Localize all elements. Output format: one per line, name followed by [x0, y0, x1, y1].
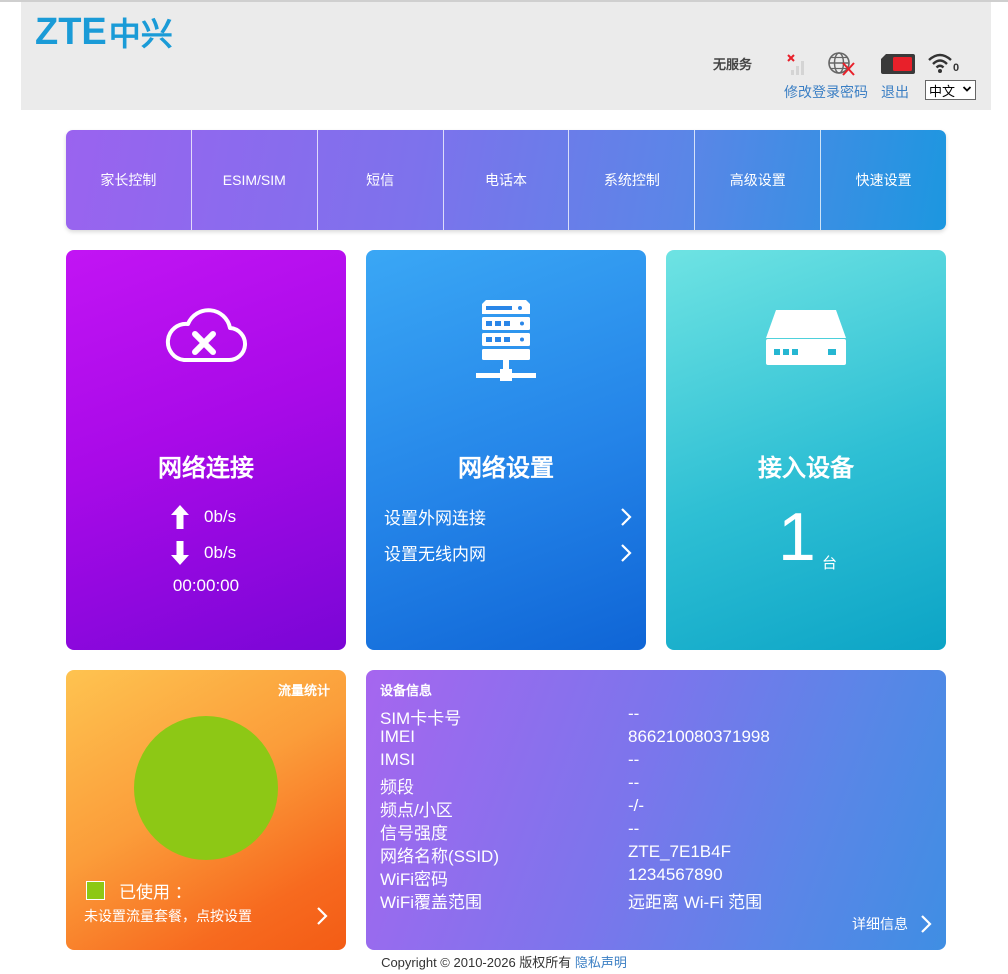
- info-key: 频点/小区: [380, 801, 453, 820]
- chevron-right-icon: [921, 915, 932, 933]
- upload-rate: 0b/s: [170, 504, 236, 530]
- traffic-stats-card[interactable]: 流量统计 已使用 ： 未设置流量套餐，点按设置: [66, 670, 346, 950]
- used-color-swatch: [86, 881, 105, 900]
- nav-phonebook[interactable]: 电话本: [444, 130, 570, 230]
- logo-chinese: 中兴: [108, 15, 173, 53]
- info-key: SIM卡卡号: [380, 709, 462, 728]
- details-label: 详细信息: [852, 916, 908, 932]
- cloud-disconnected-icon: [165, 308, 247, 363]
- traffic-title: 流量统计: [277, 683, 330, 698]
- info-row-cell: 频点/小区 -/-: [380, 796, 920, 820]
- info-row-signal: 信号强度 --: [380, 819, 920, 843]
- arrow-down-icon: [171, 541, 189, 565]
- nav-advanced-settings[interactable]: 高级设置: [695, 130, 822, 230]
- logout-link[interactable]: 退出: [881, 82, 909, 102]
- footer: Copyright © 2010-2026 版权所有 隐私声明: [0, 952, 1008, 971]
- download-rate: 0b/s: [170, 540, 236, 566]
- privacy-link[interactable]: 隐私声明: [575, 955, 627, 970]
- header-bar: ZTE 中兴 无服务 0 修改登录密码 退出 中文: [21, 2, 991, 110]
- device-info-title: 设备信息: [380, 683, 433, 698]
- info-row-sim: SIM卡卡号 --: [380, 704, 920, 728]
- devices-title: 接入设备: [758, 455, 854, 482]
- nav-esim-sim[interactable]: ESIM/SIM: [192, 130, 318, 230]
- language-select[interactable]: 中文: [925, 80, 976, 100]
- device-count-unit: 台: [822, 555, 838, 572]
- chevron-right-icon: [621, 543, 632, 562]
- logo-latin: ZTE: [35, 10, 107, 53]
- chevron-right-icon: [621, 507, 632, 526]
- connection-title: 网络连接: [158, 455, 254, 482]
- connection-duration: 00:00:00: [172, 576, 240, 595]
- used-label: 已使用 ：: [119, 883, 192, 902]
- info-key: IMSI: [380, 750, 415, 769]
- traffic-usage-pie: [134, 716, 278, 860]
- wan-settings-link[interactable]: 设置外网连接: [384, 504, 632, 529]
- network-settings-title: 网络设置: [458, 455, 554, 482]
- info-value: --: [628, 750, 640, 769]
- info-key: WiFi覆盖范围: [380, 893, 482, 912]
- info-value: 866210080371998: [628, 727, 770, 746]
- download-rate-value: 0b/s: [204, 543, 237, 562]
- nav-system-control[interactable]: 系统控制: [569, 130, 696, 230]
- copyright-text: Copyright © 2010-2026 版权所有: [381, 955, 575, 970]
- info-row-wifi-password: WiFi密码 1234567890: [380, 865, 920, 889]
- info-value: --: [628, 704, 640, 723]
- info-key: 网络名称(SSID): [380, 847, 499, 866]
- change-password-link[interactable]: 修改登录密码: [784, 82, 868, 102]
- info-value: ZTE_7E1B4F: [628, 842, 731, 861]
- wan-settings-label: 设置外网连接: [384, 509, 486, 528]
- info-row-imei: IMEI 866210080371998: [380, 727, 920, 750]
- info-key: IMEI: [380, 727, 415, 746]
- info-row-ssid: 网络名称(SSID) ZTE_7E1B4F: [380, 842, 920, 866]
- server-icon: [476, 300, 536, 381]
- info-row-imsi: IMSI --: [380, 750, 920, 773]
- traffic-used-legend: 已使用 ：: [86, 878, 192, 903]
- wlan-settings-label: 设置无线内网: [384, 545, 486, 564]
- info-value: 1234567890: [628, 865, 723, 884]
- nav-parental-control[interactable]: 家长控制: [66, 130, 192, 230]
- device-count: 1: [778, 499, 816, 575]
- info-value: --: [628, 819, 640, 838]
- arrow-up-icon: [171, 505, 189, 529]
- chevron-right-icon[interactable]: [316, 906, 328, 926]
- main-nav: 家长控制 ESIM/SIM 短信 电话本 系统控制 高级设置 快速设置: [66, 130, 946, 230]
- info-value: 远距离 Wi-Fi 范围: [628, 893, 763, 912]
- connected-devices-card[interactable]: 接入设备 1 台: [666, 250, 946, 650]
- info-key: 频段: [380, 778, 414, 797]
- router-device-icon: [766, 310, 846, 365]
- wifi-client-count: 0: [953, 62, 960, 74]
- upload-rate-value: 0b/s: [204, 507, 237, 526]
- network-connection-card[interactable]: 网络连接 0b/s 0b/s 00:00:00: [66, 250, 346, 650]
- language-selected-value: 中文: [929, 83, 956, 99]
- info-row-wifi-range: WiFi覆盖范围 远距离 Wi-Fi 范围: [380, 888, 920, 912]
- network-status-text: 无服务: [713, 57, 753, 72]
- info-key: 信号强度: [380, 824, 448, 843]
- chevron-down-icon: [962, 86, 972, 92]
- nav-sms[interactable]: 短信: [318, 130, 444, 230]
- internet-disconnected-icon: [827, 51, 857, 82]
- info-value: -/-: [628, 796, 645, 815]
- nav-quick-setup[interactable]: 快速设置: [821, 130, 946, 230]
- wlan-settings-link[interactable]: 设置无线内网: [384, 540, 632, 565]
- device-info-card: 设备信息 SIM卡卡号 -- IMEI 866210080371998 IMSI…: [366, 670, 946, 950]
- wifi-icon: [928, 52, 954, 79]
- info-row-band: 频段 --: [380, 773, 920, 797]
- details-link[interactable]: 详细信息: [852, 914, 932, 934]
- info-value: --: [628, 773, 640, 792]
- zte-logo: ZTE 中兴: [35, 10, 173, 54]
- traffic-plan-note[interactable]: 未设置流量套餐，点按设置: [84, 906, 252, 926]
- signal-strength-icon: [785, 52, 811, 81]
- info-key: WiFi密码: [380, 870, 448, 889]
- sim-card-icon: [880, 53, 916, 80]
- network-settings-card: 网络设置 设置外网连接 设置无线内网: [366, 250, 646, 650]
